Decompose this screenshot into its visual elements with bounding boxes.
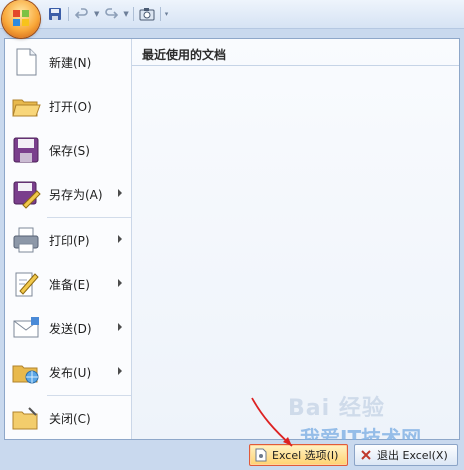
recent-title-divider [132, 65, 459, 66]
camera-icon[interactable] [138, 5, 156, 23]
menu-item-print[interactable]: 打印(P) [5, 219, 131, 261]
menu-command-list: 新建(N) 打开(O) 保存(S) 另存为(A) 打印(P) 准备(E) 发送(… [5, 39, 131, 439]
excel-options-button[interactable]: Excel 选项(I) [249, 444, 348, 466]
menu-item-label: 打开(O) [49, 100, 92, 114]
menu-item-close[interactable]: 关闭(C) [5, 397, 131, 439]
office-application-menu: 新建(N) 打开(O) 保存(S) 另存为(A) 打印(P) 准备(E) 发送(… [4, 38, 460, 440]
publish-folder-icon [12, 365, 39, 384]
redo-dropdown-icon[interactable]: ▼ [123, 10, 128, 18]
undo-icon[interactable] [73, 5, 91, 23]
exit-excel-label: 退出 Excel(X) [377, 449, 448, 462]
new-document-icon [16, 48, 37, 76]
menu-item-label: 保存(S) [49, 144, 90, 158]
exit-excel-button[interactable]: 退出 Excel(X) [354, 444, 458, 466]
open-folder-icon [12, 99, 41, 117]
office-logo-icon [13, 10, 29, 26]
save-icon[interactable] [46, 5, 64, 23]
submenu-arrow-icon [118, 279, 122, 287]
options-document-icon [255, 448, 267, 462]
menu-item-save[interactable]: 保存(S) [5, 129, 131, 171]
toolbar-divider [68, 7, 69, 21]
menu-item-publish[interactable]: 发布(U) [5, 351, 131, 393]
menu-item-send[interactable]: 发送(D) [5, 307, 131, 349]
prepare-pencil-icon [15, 272, 39, 297]
menu-item-prepare[interactable]: 准备(E) [5, 263, 131, 305]
submenu-arrow-icon [118, 367, 122, 375]
menu-item-save-as[interactable]: 另存为(A) [5, 173, 131, 215]
menu-item-label: 发送(D) [49, 322, 92, 336]
office-button[interactable] [2, 0, 40, 38]
submenu-arrow-icon [118, 189, 122, 197]
exit-x-icon [361, 450, 371, 460]
redo-icon[interactable] [102, 5, 120, 23]
save-disk-icon [13, 137, 39, 163]
menu-item-label: 另存为(A) [49, 188, 103, 202]
menu-item-label: 关闭(C) [49, 412, 91, 426]
undo-dropdown-icon[interactable]: ▼ [94, 10, 99, 18]
menu-item-label: 发布(U) [49, 366, 92, 380]
recent-documents-title: 最近使用的文档 [142, 48, 227, 62]
menu-item-label: 打印(P) [49, 234, 90, 248]
toolbar-divider [132, 7, 134, 21]
menu-item-new[interactable]: 新建(N) [5, 41, 131, 83]
menu-item-open[interactable]: 打开(O) [5, 85, 131, 127]
menu-item-label: 新建(N) [49, 56, 92, 70]
excel-options-label: Excel 选项(I) [272, 449, 339, 462]
printer-icon [13, 227, 39, 253]
menu-divider [47, 395, 131, 396]
recent-documents-panel: 最近使用的文档 [132, 39, 459, 439]
close-folder-icon [12, 407, 38, 430]
title-bar: ▼ ▼ ▾ [0, 0, 464, 29]
toolbar-divider [159, 7, 161, 21]
quick-access-toolbar: ▼ ▼ ▾ [46, 4, 168, 24]
save-as-icon [13, 181, 41, 209]
menu-item-label: 准备(E) [49, 278, 90, 292]
watermark-baidu: Bai 经验 [288, 396, 385, 421]
submenu-arrow-icon [118, 323, 122, 331]
submenu-arrow-icon [118, 235, 122, 243]
menu-divider [47, 217, 131, 218]
send-envelope-icon [13, 317, 39, 338]
customize-toolbar-icon[interactable]: ▾ [165, 10, 169, 18]
menu-footer: Excel 选项(I) 退出 Excel(X) [0, 440, 464, 470]
